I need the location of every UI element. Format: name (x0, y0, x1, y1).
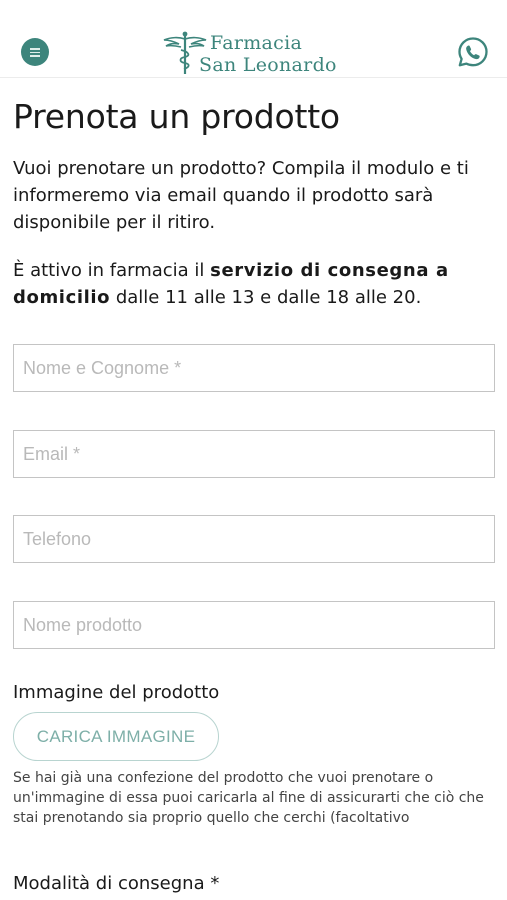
delivery-service-notice: È attivo in farmacia il servizio di cons… (13, 260, 449, 308)
hamburger-icon (30, 48, 40, 50)
product-name-input[interactable] (13, 601, 495, 649)
pharmacy-logo[interactable]: Farmacia San Leonardo (162, 30, 352, 78)
intro-paragraph: Vuoi prenotare un prodotto? Compila il m… (13, 158, 469, 233)
product-image-label: Immagine del prodotto (13, 682, 220, 703)
image-help-text: Se hai già una confezione del prodotto c… (13, 770, 484, 826)
page-title: Prenota un prodotto (13, 97, 340, 136)
logo-text-line2: San Leonardo (199, 54, 337, 76)
name-input[interactable] (13, 344, 495, 392)
logo-text-line1: Farmacia (210, 32, 303, 54)
whatsapp-icon[interactable] (456, 35, 490, 69)
upload-image-button[interactable]: CARICA IMMAGINE (13, 712, 219, 761)
delivery-method-label: Modalità di consegna * (13, 873, 220, 894)
email-input[interactable] (13, 430, 495, 478)
menu-button[interactable] (21, 38, 49, 66)
site-header: Farmacia San Leonardo (0, 0, 507, 78)
phone-input[interactable] (13, 515, 495, 563)
